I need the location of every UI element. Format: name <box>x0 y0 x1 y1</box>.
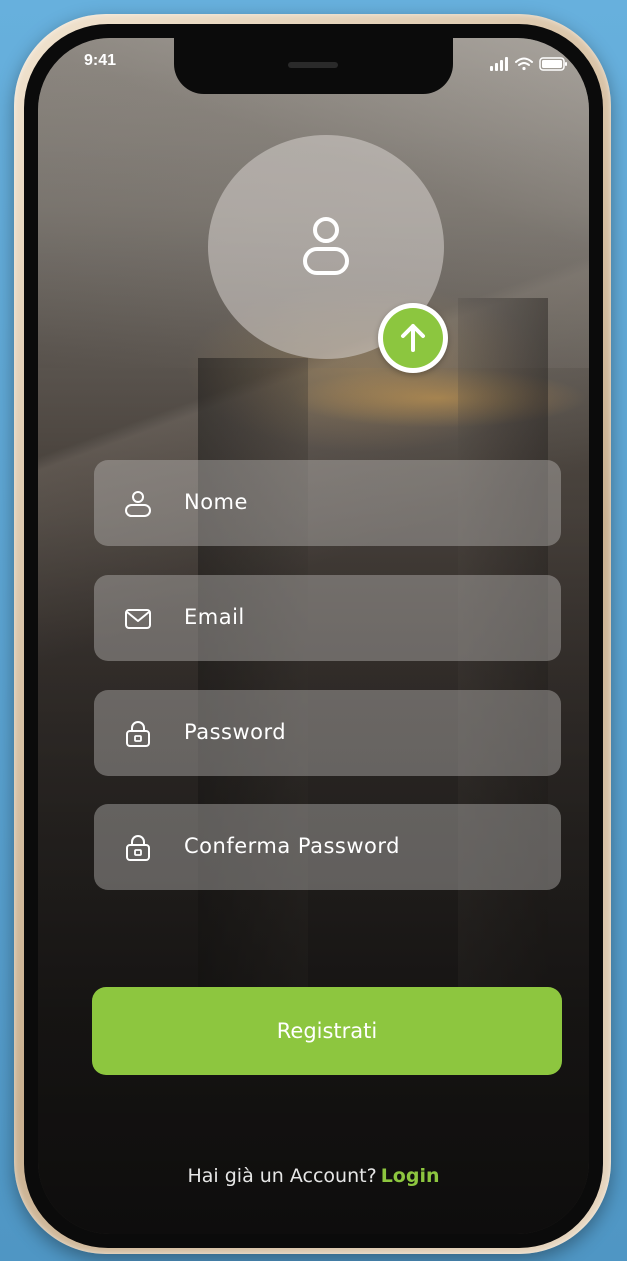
upload-button-fill <box>383 308 443 368</box>
status-icons <box>490 54 570 72</box>
email-field-label: Email <box>184 605 245 629</box>
password-field[interactable]: Password <box>94 690 561 776</box>
password-field-label: Password <box>184 720 287 744</box>
register-button[interactable]: Registrati <box>92 987 562 1075</box>
login-prompt-text: Hai già un Account? <box>187 1165 377 1187</box>
status-time: 9:41 <box>84 52 117 69</box>
name-field[interactable]: Nome <box>94 460 561 546</box>
user-icon <box>125 491 151 517</box>
email-field[interactable]: Email <box>94 575 561 661</box>
confirm-password-field[interactable]: Conferma Password <box>94 804 561 890</box>
speaker-grille <box>288 62 338 68</box>
app-screen: 9:41 Nome Email Password Conferma Passwo… <box>38 38 589 1234</box>
wifi-icon <box>515 57 533 71</box>
confirm-password-field-label: Conferma Password <box>184 834 400 858</box>
lock-icon <box>126 721 150 747</box>
notch <box>174 38 453 94</box>
name-field-label: Nome <box>184 490 248 514</box>
upload-photo-button[interactable] <box>378 303 448 373</box>
login-prompt: Hai già un Account? Login <box>38 1165 589 1187</box>
lock-icon <box>126 835 150 861</box>
signal-icon <box>490 57 508 71</box>
mail-icon <box>125 609 151 629</box>
arrow-up-icon <box>401 324 425 352</box>
user-icon <box>303 217 349 275</box>
login-link[interactable]: Login <box>381 1165 440 1187</box>
battery-icon <box>539 57 567 71</box>
